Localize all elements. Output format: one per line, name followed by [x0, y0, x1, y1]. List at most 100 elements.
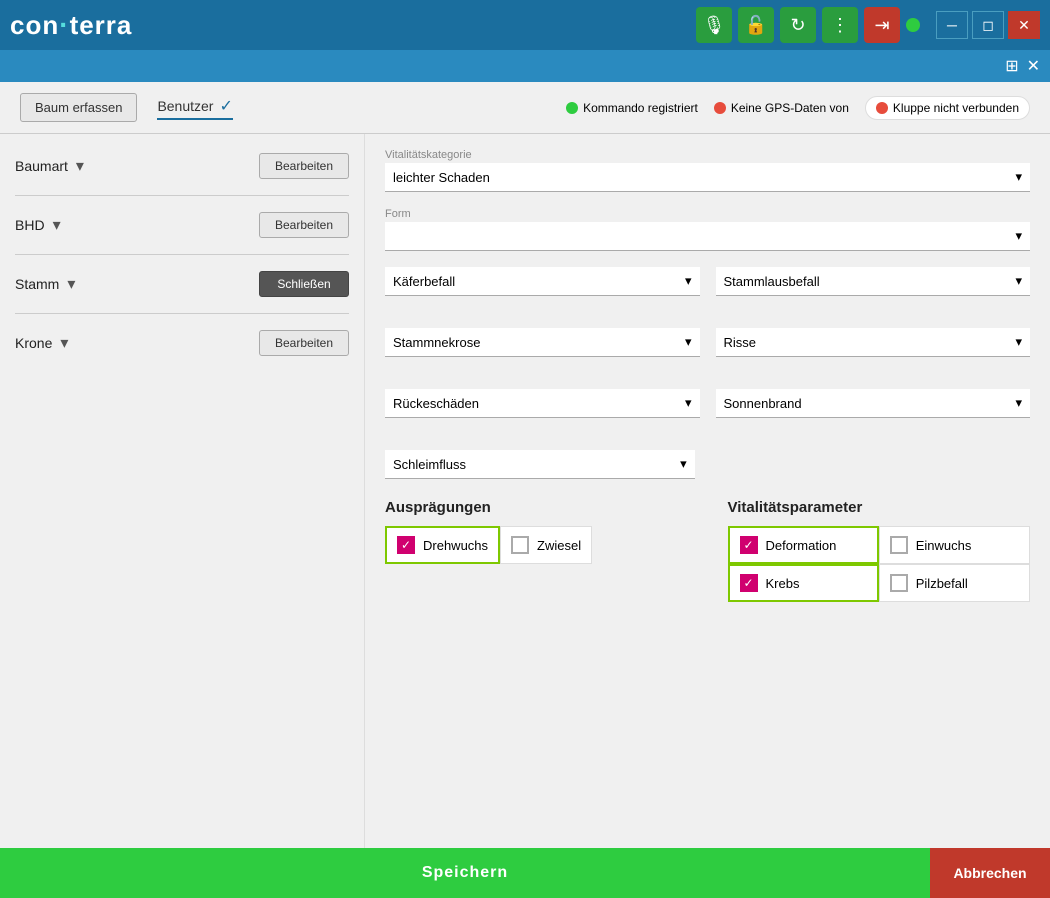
microphone-icon[interactable]: 🎙 [696, 7, 732, 43]
speichern-button[interactable]: Speichern [0, 848, 930, 898]
schleimfluss-chevron-icon: ▾ [680, 456, 687, 472]
bhd-bearbeiten-button[interactable]: Bearbeiten [259, 212, 349, 238]
sub-header: ⊞ ✕ [0, 50, 1050, 82]
checkboxes-section: Ausprägungen ✓ Drehwuchs Zwiesel Vitalit… [385, 499, 1030, 602]
vitalitaet-checkboxes: ✓ Deformation Einwuchs ✓ Krebs Pilzbefal… [728, 526, 1031, 602]
risse-dropdown[interactable]: Risse ▾ [716, 328, 1031, 357]
refresh-icon[interactable]: ↻ [780, 7, 816, 43]
logo-text: con·terra [10, 9, 132, 41]
left-panel: Baumart ▾ Bearbeiten BHD ▾ Bearbeiten St… [0, 134, 365, 848]
krone-bearbeiten-button[interactable]: Bearbeiten [259, 330, 349, 356]
baumart-bearbeiten-button[interactable]: Bearbeiten [259, 153, 349, 179]
sonnenbrand-dropdown[interactable]: Sonnenbrand ▾ [716, 389, 1031, 418]
vitality-label: Vitalitätskategorie [385, 149, 1030, 161]
minimize-button[interactable]: ─ [936, 11, 968, 39]
einwuchs-label: Einwuchs [916, 538, 972, 553]
rueckeschaeden-group: Rückeschäden ▾ [385, 389, 700, 418]
vitalitaetsparameter-section: Vitalitätsparameter ✓ Deformation Einwuc… [728, 499, 1031, 602]
stammlausbefall-dropdown[interactable]: Stammlausbefall ▾ [716, 267, 1031, 296]
deformation-label: Deformation [766, 538, 837, 553]
logo: con·terra [10, 9, 132, 41]
deformation-item: ✓ Deformation [728, 526, 879, 564]
drehwuchs-checkbox[interactable]: ✓ [397, 536, 415, 554]
status-indicators: Kommando registriert Keine GPS-Daten von… [566, 96, 1030, 120]
risse-label: Risse [724, 335, 757, 350]
title-bar-right: 🎙 🔓 ↻ ⋮ ⇥ ─ ◻ ✕ [696, 7, 1040, 43]
window-controls: ─ ◻ ✕ [936, 11, 1040, 39]
bhd-label: BHD [15, 217, 45, 233]
kluppe-text: Kluppe nicht verbunden [893, 101, 1019, 115]
kluppe-dot [876, 102, 888, 114]
main-content: Baumart ▾ Bearbeiten BHD ▾ Bearbeiten St… [0, 134, 1050, 848]
zwiesel-item: Zwiesel [500, 526, 592, 564]
auspraegungen-checkboxes: ✓ Drehwuchs Zwiesel [385, 526, 688, 564]
stammnekrose-chevron-icon: ▾ [685, 334, 692, 350]
krebs-item: ✓ Krebs [728, 564, 879, 602]
schleimfluss-label: Schleimfluss [393, 457, 466, 472]
zwiesel-checkbox[interactable] [511, 536, 529, 554]
benutzer-checkmark: ✓ [219, 96, 232, 116]
deformation-checkbox[interactable]: ✓ [740, 536, 758, 554]
krone-label-group: Krone ▾ [15, 333, 68, 353]
abbrechen-button[interactable]: Abbrechen [930, 848, 1050, 898]
kommando-text: Kommando registriert [583, 101, 698, 115]
lock-icon[interactable]: 🔓 [738, 7, 774, 43]
drehwuchs-label: Drehwuchs [423, 538, 488, 553]
benutzer-tab[interactable]: Benutzer ✓ [157, 96, 232, 120]
einwuchs-checkbox[interactable] [890, 536, 908, 554]
baumart-label-group: Baumart ▾ [15, 156, 84, 176]
tree-item-krone: Krone ▾ Bearbeiten [15, 326, 349, 360]
auspraegungen-title: Ausprägungen [385, 499, 688, 516]
kaeferbefall-group: Käferbefall ▾ [385, 267, 700, 296]
divider-2 [15, 254, 349, 255]
risse-group: Risse ▾ [716, 328, 1031, 357]
kommando-indicator: Kommando registriert [566, 101, 698, 115]
tree-item-baumart: Baumart ▾ Bearbeiten [15, 149, 349, 183]
tree-item-stamm: Stamm ▾ Schließen [15, 267, 349, 301]
bhd-label-group: BHD ▾ [15, 215, 61, 235]
form-field-group: Form ▾ [385, 208, 1030, 251]
row-stammnekrose: Stammnekrose ▾ Risse ▾ [385, 328, 1030, 373]
vitality-dropdown[interactable]: leichter Schaden ▾ [385, 163, 1030, 192]
title-bar: con·terra 🎙 🔓 ↻ ⋮ ⇥ ─ ◻ ✕ [0, 0, 1050, 50]
pilzbefall-item: Pilzbefall [879, 564, 1030, 602]
stamm-label-group: Stamm ▾ [15, 274, 75, 294]
vitality-chevron-icon: ▾ [1015, 169, 1022, 185]
kommando-dot [566, 102, 578, 114]
stamm-schliessen-button[interactable]: Schließen [259, 271, 349, 297]
krone-label: Krone [15, 335, 52, 351]
baumart-chevron-icon: ▾ [76, 156, 84, 176]
baum-erfassen-button[interactable]: Baum erfassen [20, 93, 137, 122]
kaeferbefall-chevron-icon: ▾ [685, 273, 692, 289]
menu-icon[interactable]: ⋮ [822, 7, 858, 43]
row-kaeferbefall: Käferbefall ▾ Stammlausbefall ▾ [385, 267, 1030, 312]
vitality-value: leichter Schaden [393, 170, 490, 185]
exit-icon[interactable]: ⇥ [864, 7, 900, 43]
kaeferbefall-dropdown[interactable]: Käferbefall ▾ [385, 267, 700, 296]
krone-chevron-icon: ▾ [60, 333, 68, 353]
baumart-label: Baumart [15, 158, 68, 174]
schleimfluss-dropdown[interactable]: Schleimfluss ▾ [385, 450, 695, 479]
close-button[interactable]: ✕ [1008, 11, 1040, 39]
form-dropdown[interactable]: ▾ [385, 222, 1030, 251]
kaeferbefall-label: Käferbefall [393, 274, 455, 289]
rueckeschaeden-dropdown[interactable]: Rückeschäden ▾ [385, 389, 700, 418]
benutzer-label: Benutzer [157, 98, 213, 114]
stammnekrose-dropdown[interactable]: Stammnekrose ▾ [385, 328, 700, 357]
maximize-button[interactable]: ◻ [972, 11, 1004, 39]
krebs-checkbox[interactable]: ✓ [740, 574, 758, 592]
pilzbefall-checkbox[interactable] [890, 574, 908, 592]
vitality-field-group: Vitalitätskategorie leichter Schaden ▾ [385, 149, 1030, 192]
divider-3 [15, 313, 349, 314]
stammnekrose-label: Stammnekrose [393, 335, 480, 350]
bottom-bar: Speichern Abbrechen [0, 848, 1050, 898]
rueckeschaeden-label: Rückeschäden [393, 396, 479, 411]
grid-icon[interactable]: ⊞ [1005, 56, 1018, 76]
gps-text: Keine GPS-Daten von [731, 101, 849, 115]
status-bar: Baum erfassen Benutzer ✓ Kommando regist… [0, 82, 1050, 134]
sonnenbrand-chevron-icon: ▾ [1015, 395, 1022, 411]
sonnenbrand-group: Sonnenbrand ▾ [716, 389, 1031, 418]
subheader-close-icon[interactable]: ✕ [1027, 56, 1040, 76]
rueckeschaeden-chevron-icon: ▾ [685, 395, 692, 411]
stammlausbefall-group: Stammlausbefall ▾ [716, 267, 1031, 296]
